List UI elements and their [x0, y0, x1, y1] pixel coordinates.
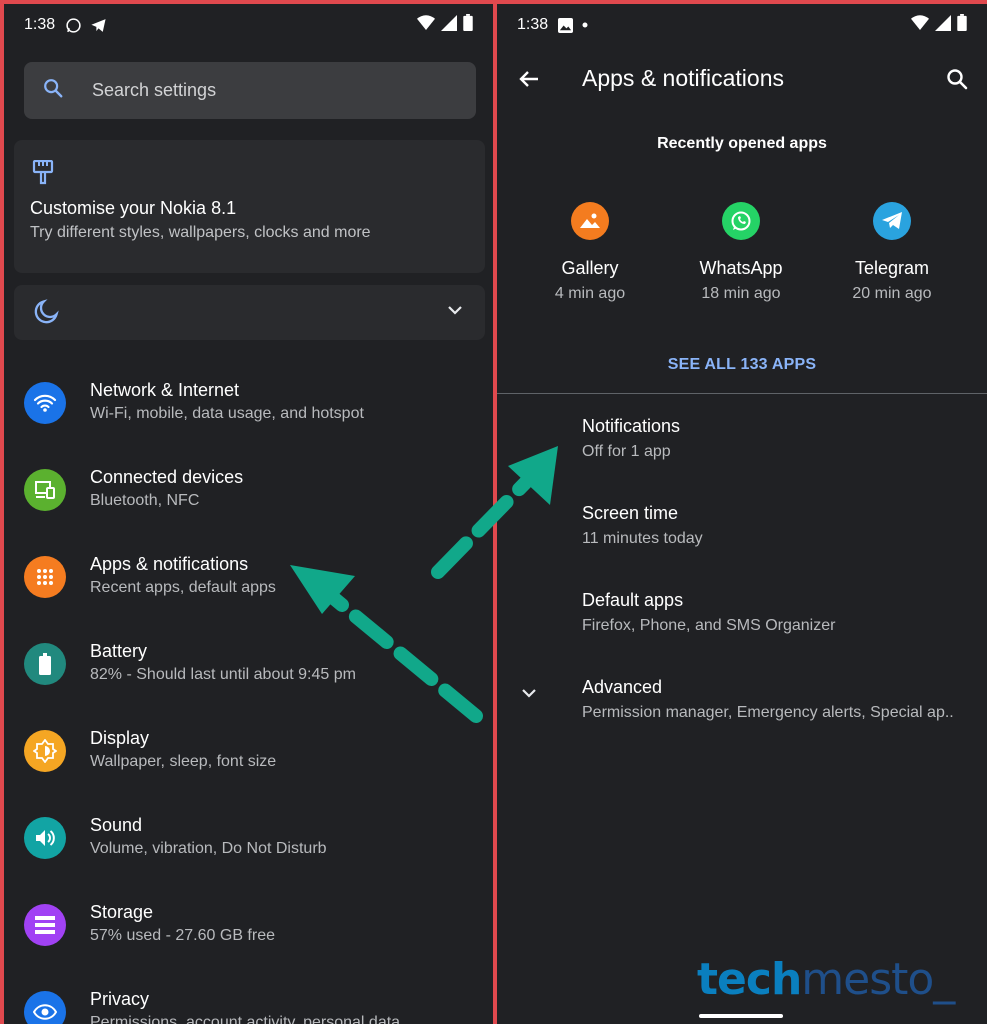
setting-title: Sound: [90, 815, 143, 835]
app-bar: Apps & notifications: [497, 59, 987, 101]
customise-title: Customise your Nokia 8.1: [30, 198, 237, 218]
setting-subtitle: Permissions, account activity, personal …: [90, 1014, 401, 1024]
item-advanced[interactable]: Advanced Permission manager, Emergency a…: [582, 677, 954, 722]
customise-subtitle: Try different styles, wallpapers, clocks…: [30, 224, 371, 241]
item-title: Default apps: [582, 590, 684, 610]
page-title: Apps & notifications: [582, 65, 785, 91]
app-last-opened: 4 min ago: [554, 285, 626, 302]
setting-subtitle: Wallpaper, sleep, font size: [90, 753, 277, 770]
chevron-down-icon[interactable]: [447, 303, 463, 321]
whatsapp-icon: [722, 202, 760, 240]
setting-apps-notifications[interactable]: Apps & notifications Recent apps, defaul…: [4, 542, 493, 629]
setting-subtitle: Recent apps, default apps: [90, 579, 276, 596]
item-subtitle: 11 minutes today: [582, 530, 703, 547]
wifi-icon: [911, 15, 929, 35]
screenshot-frame: 1:38 Search settings Customise your Noki…: [0, 0, 987, 1024]
app-name: Gallery: [561, 258, 619, 278]
battery-icon: [24, 643, 66, 685]
status-bar: 1:38: [497, 4, 987, 46]
night-light-card[interactable]: [14, 285, 485, 340]
paint-brush-icon: [32, 159, 54, 191]
item-title: Screen time: [582, 503, 679, 523]
status-time: 1:38: [517, 16, 549, 33]
gesture-nav-bar[interactable]: [699, 1014, 783, 1018]
techmesto-watermark: techmesto_: [697, 954, 955, 1005]
search-settings-bar[interactable]: Search settings: [24, 62, 476, 119]
telegram-icon: [873, 202, 911, 240]
recent-apps-heading: Recently opened apps: [657, 135, 827, 152]
watermark-part1: tech: [697, 954, 802, 1005]
status-bar: 1:38: [4, 4, 493, 46]
item-subtitle: Permission manager, Emergency alerts, Sp…: [582, 704, 954, 721]
image-icon: [558, 17, 574, 33]
setting-privacy[interactable]: Privacy Permissions, account activity, p…: [4, 977, 493, 1024]
recent-app-telegram[interactable]: Telegram 20 min ago: [817, 202, 967, 303]
setting-title: Apps & notifications: [90, 554, 249, 574]
watermark-part2: mesto_: [801, 954, 955, 1005]
item-screen-time[interactable]: Screen time 11 minutes today: [582, 503, 703, 548]
customise-card[interactable]: Customise your Nokia 8.1 Try different s…: [14, 140, 485, 273]
setting-connected-devices[interactable]: Connected devices Bluetooth, NFC: [4, 455, 493, 542]
setting-subtitle: Wi-Fi, mobile, data usage, and hotspot: [90, 405, 364, 422]
item-subtitle: Firefox, Phone, and SMS Organizer: [582, 617, 836, 634]
moon-icon: [32, 298, 60, 331]
see-all-apps-button[interactable]: SEE ALL 133 APPS: [497, 356, 987, 374]
setting-subtitle: 57% used - 27.60 GB free: [90, 927, 275, 944]
setting-title: Connected devices: [90, 467, 244, 487]
setting-display[interactable]: Display Wallpaper, sleep, font size: [4, 716, 493, 803]
search-icon[interactable]: [945, 67, 969, 96]
dot-icon: [581, 21, 589, 29]
setting-storage[interactable]: Storage 57% used - 27.60 GB free: [4, 890, 493, 977]
volume-icon: [24, 817, 66, 859]
recent-app-gallery[interactable]: Gallery 4 min ago: [515, 202, 665, 303]
chevron-down-icon[interactable]: [521, 686, 537, 704]
apps-notifications-panel: 1:38 Apps & notifications Recently opene: [497, 4, 987, 1024]
app-name: WhatsApp: [699, 258, 783, 278]
storage-icon: [24, 904, 66, 946]
back-arrow-icon[interactable]: [517, 67, 541, 96]
item-subtitle: Off for 1 app: [582, 443, 671, 460]
app-last-opened: 20 min ago: [852, 285, 932, 302]
setting-title: Privacy: [90, 989, 150, 1009]
setting-battery[interactable]: Battery 82% - Should last until about 9:…: [4, 629, 493, 716]
setting-subtitle: 82% - Should last until about 9:45 pm: [90, 666, 356, 683]
app-last-opened: 18 min ago: [701, 285, 781, 302]
setting-subtitle: Bluetooth, NFC: [90, 492, 200, 509]
devices-icon: [24, 469, 66, 511]
wifi-icon: [24, 382, 66, 424]
recent-app-whatsapp[interactable]: WhatsApp 18 min ago: [666, 202, 816, 303]
app-name: Telegram: [854, 258, 930, 278]
apps-grid-icon: [24, 556, 66, 598]
setting-network-internet[interactable]: Network & Internet Wi-Fi, mobile, data u…: [4, 368, 493, 455]
status-time: 1:38: [24, 16, 56, 33]
settings-panel: 1:38 Search settings Customise your Noki…: [4, 4, 493, 1024]
item-notifications[interactable]: Notifications Off for 1 app: [582, 416, 680, 461]
signal-icon: [441, 14, 457, 36]
battery-icon: [463, 14, 473, 36]
search-icon: [42, 77, 64, 104]
brightness-icon: [24, 730, 66, 772]
setting-title: Display: [90, 728, 150, 748]
search-placeholder: Search settings: [92, 80, 217, 100]
wifi-icon: [417, 15, 435, 35]
setting-sound[interactable]: Sound Volume, vibration, Do Not Disturb: [4, 803, 493, 890]
setting-title: Battery: [90, 641, 148, 661]
signal-icon: [935, 14, 951, 36]
divider: [497, 393, 987, 394]
setting-title: Network & Internet: [90, 380, 240, 400]
gallery-icon: [571, 202, 609, 240]
telegram-icon: [90, 17, 107, 34]
whatsapp-icon: [65, 17, 82, 34]
item-default-apps[interactable]: Default apps Firefox, Phone, and SMS Org…: [582, 590, 835, 635]
item-title: Advanced: [582, 677, 663, 697]
setting-subtitle: Volume, vibration, Do Not Disturb: [90, 840, 327, 857]
eye-icon: [24, 991, 66, 1024]
setting-title: Storage: [90, 902, 154, 922]
battery-icon: [957, 14, 967, 36]
item-title: Notifications: [582, 416, 681, 436]
